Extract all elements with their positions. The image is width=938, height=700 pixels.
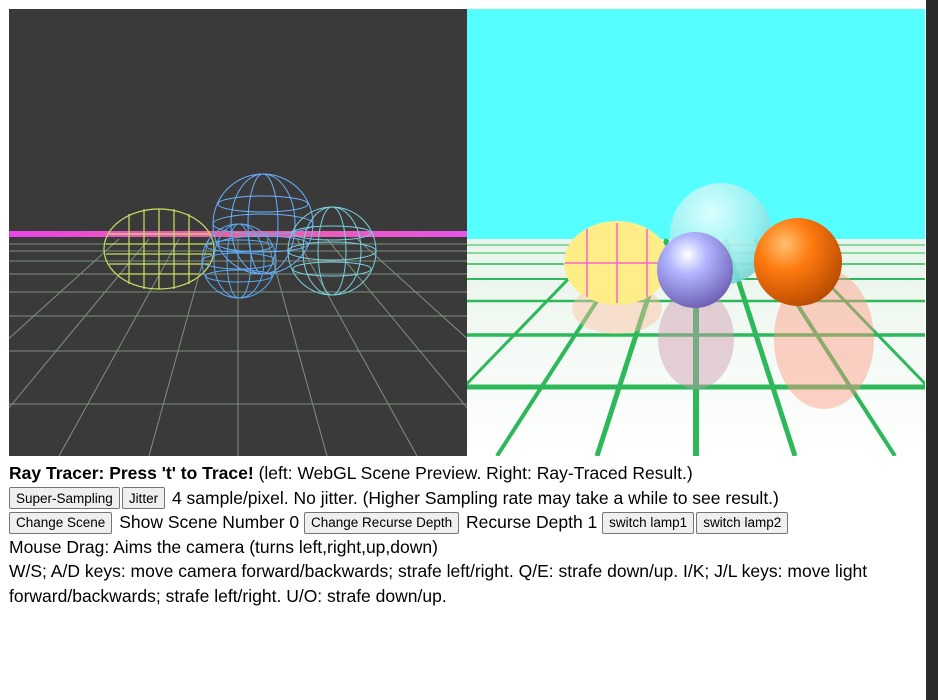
switch-lamp2-button[interactable]: switch lamp2 <box>696 511 789 534</box>
raytrace-sphere-blue <box>657 232 733 308</box>
change-scene-button[interactable]: Change Scene <box>9 511 113 534</box>
help-mouse: Mouse Drag: Aims the camera (turns left,… <box>9 536 438 557</box>
window-edge <box>926 0 938 700</box>
preview-horizon-band <box>9 231 467 237</box>
sampling-line: Super-Sampling Jitter 4 sample/pixel. No … <box>9 486 925 511</box>
canvas-row <box>9 9 925 456</box>
title-description: (left: WebGL Scene Preview. Right: Ray-T… <box>253 463 693 483</box>
raytrace-result-canvas[interactable] <box>467 9 925 456</box>
webgl-preview-canvas[interactable] <box>9 9 467 456</box>
title-bold: Ray Tracer: Press 't' to Trace! <box>9 463 254 483</box>
super-sampling-button[interactable]: Super-Sampling <box>9 487 120 509</box>
help-keys: W/S; A/D keys: move camera forward/backw… <box>9 561 868 606</box>
raytrace-sphere-orange <box>754 218 842 306</box>
sampling-status: 4 sample/pixel. No jitter. (Higher Sampl… <box>167 487 779 508</box>
change-recurse-depth-button[interactable]: Change Recurse Depth <box>304 511 460 534</box>
app-window: Ray Tracer: Press 't' to Trace! (left: W… <box>0 0 938 700</box>
controls-panel: Ray Tracer: Press 't' to Trace! (left: W… <box>9 461 925 608</box>
switch-lamp1-button[interactable]: switch lamp1 <box>602 511 695 534</box>
title-line: Ray Tracer: Press 't' to Trace! (left: W… <box>9 461 925 486</box>
jitter-button[interactable]: Jitter <box>121 487 166 509</box>
scene-line: Change Scene Show Scene Number 0 Change … <box>9 510 925 535</box>
scene-status: Show Scene Number 0 <box>114 512 305 532</box>
recurse-status: Recurse Depth 1 <box>461 512 603 532</box>
